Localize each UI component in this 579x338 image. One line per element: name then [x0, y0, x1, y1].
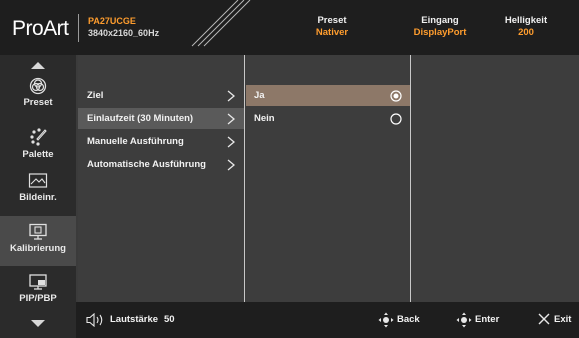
proart-logo: ProArt [12, 17, 69, 40]
close-icon [538, 313, 550, 325]
radio-unselected-icon [390, 113, 402, 125]
sidebar-item-pip-pbp[interactable]: PIP/PBP [0, 273, 76, 313]
column-divider [244, 55, 245, 302]
calibration-icon [29, 223, 47, 240]
volume-icon[interactable] [86, 313, 106, 327]
sidebar-item-preset[interactable]: Preset [0, 77, 76, 117]
back-button[interactable]: Back [397, 314, 420, 325]
sidebar-item-kalibrierung[interactable]: Kalibrierung [0, 216, 76, 266]
preset-icon [29, 77, 47, 95]
palette-icon [30, 128, 47, 146]
menu-item-ziel[interactable]: Ziel [78, 85, 244, 106]
sidebar-item-label: Preset [23, 97, 53, 108]
menu-item-label: Manuelle Ausführung [87, 136, 184, 147]
input-status: Eingang DisplayPort [404, 15, 476, 39]
option-nein[interactable]: Nein [246, 108, 410, 129]
model-name: PA27UCGE [88, 16, 136, 26]
brightness-status-label: Helligkeit [504, 15, 548, 26]
column-divider [410, 55, 411, 302]
input-status-label: Eingang [421, 15, 459, 26]
chevron-right-icon [227, 159, 235, 171]
sidebar-item-label: PIP/PBP [19, 293, 57, 304]
exit-button[interactable]: Exit [554, 314, 571, 325]
menu-item-einlaufzeit[interactable]: Einlaufzeit (30 Minuten) [78, 108, 244, 129]
radio-selected-icon [390, 90, 402, 102]
preset-status-value: Nativer [315, 27, 349, 38]
scroll-up-arrow-icon[interactable] [31, 62, 45, 69]
header-divider [78, 14, 79, 42]
chevron-right-icon [227, 136, 235, 148]
sidebar-item-label: Bildeinr. [19, 192, 57, 203]
menu-item-automatische-ausfuehrung[interactable]: Automatische Ausführung [78, 154, 244, 175]
volume-value: 50 [164, 314, 175, 325]
submenu-panel: Ziel Einlaufzeit (30 Minuten) Manuelle A… [78, 55, 244, 302]
sidebar: Preset Palette Bildeinr. Kalibrierung PI… [0, 55, 76, 338]
model-info: PA27UCGE 3840x2160_60Hz [88, 15, 159, 39]
decorative-slashes [191, 0, 251, 47]
joystick-press-icon [456, 312, 472, 328]
menu-item-label: Automatische Ausführung [87, 159, 206, 170]
input-status-value: DisplayPort [413, 27, 467, 38]
sidebar-item-label: Kalibrierung [10, 243, 66, 254]
detail-panel [412, 55, 579, 302]
enter-button[interactable]: Enter [475, 314, 499, 325]
chevron-right-icon [227, 113, 235, 125]
resolution-text: 3840x2160_60Hz [88, 28, 160, 38]
sidebar-item-label: Palette [22, 149, 54, 160]
osd-header: ProArt PA27UCGE 3840x2160_60Hz Preset Na… [0, 0, 579, 55]
brightness-status: Helligkeit 200 [494, 15, 558, 39]
menu-item-label: Ziel [87, 90, 104, 101]
menu-item-label: Einlaufzeit (30 Minuten) [87, 113, 194, 124]
joystick-left-icon [378, 312, 394, 328]
options-panel: Ja Nein [246, 55, 410, 302]
option-label: Ja [254, 90, 265, 101]
option-label: Nein [254, 113, 275, 124]
pip-icon [29, 274, 47, 290]
osd-footer: Lautstärke 50 Back Enter Exit [76, 302, 579, 338]
sidebar-item-bildeinr[interactable]: Bildeinr. [0, 172, 76, 212]
image-icon [28, 173, 48, 188]
preset-status-label: Preset [317, 15, 347, 26]
chevron-right-icon [227, 90, 235, 102]
volume-label: Lautstärke [110, 314, 159, 325]
option-ja[interactable]: Ja [246, 85, 410, 106]
preset-status: Preset Nativer [302, 15, 362, 39]
scroll-down-arrow-icon[interactable] [31, 320, 45, 327]
sidebar-item-palette[interactable]: Palette [0, 127, 76, 167]
brightness-status-value: 200 [518, 27, 534, 38]
menu-item-manuelle-ausfuehrung[interactable]: Manuelle Ausführung [78, 131, 244, 152]
